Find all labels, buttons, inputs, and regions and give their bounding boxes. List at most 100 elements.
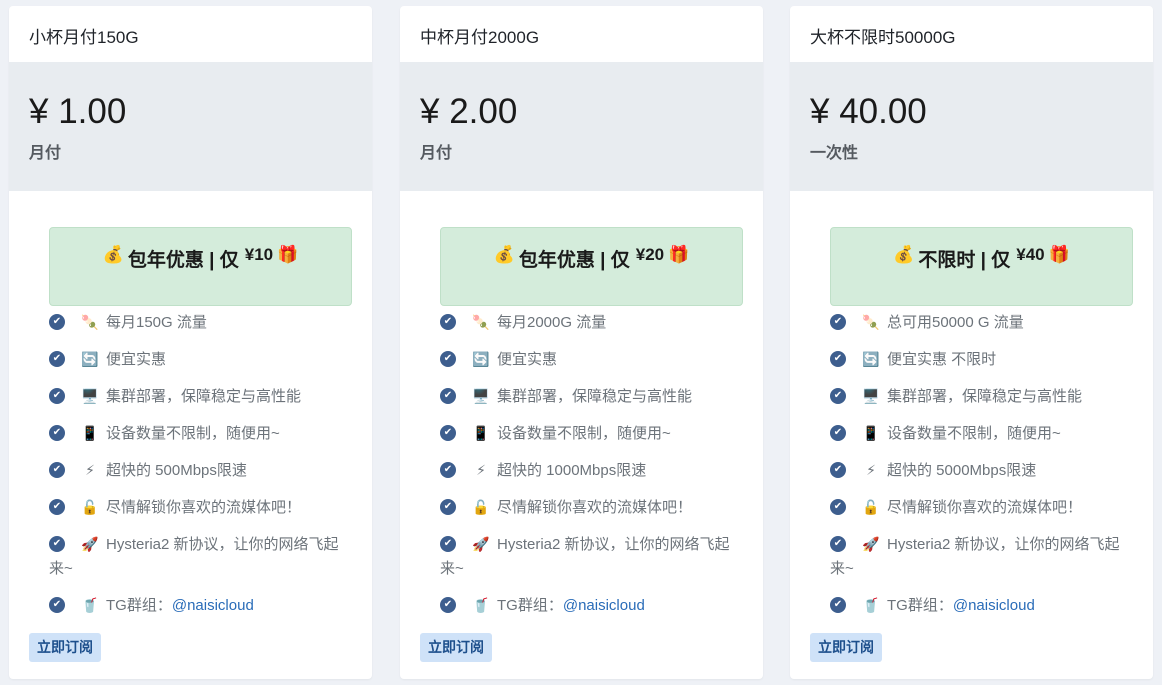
feature-text: 便宜实惠 不限时 [887,351,997,368]
feature-icon: 📱 [81,425,99,441]
feature-item: ✔ 🔓 尽情解锁你喜欢的流媒体吧！ [830,495,1133,520]
subscribe-button[interactable]: 立即订阅 [29,633,101,662]
promo-banner: 💰 不限时 | 仅 ¥40 🎁 [830,227,1133,306]
check-circle-icon: ✔ [49,314,65,330]
promo-amount: ¥20 [635,245,665,264]
feature-text: 设备数量不限制，随便用~ [887,425,1061,442]
check-circle-icon: ✔ [49,351,65,367]
check-circle-icon: ✔ [440,314,456,330]
plan-price: ¥ 2.00 [420,92,518,131]
feature-text: 超快的 5000Mbps限速 [887,462,1037,479]
check-circle-icon: ✔ [49,425,65,441]
feature-item: ✔ 📱 设备数量不限制，随便用~ [830,421,1133,446]
plan-card: 小杯月付150G ¥ 1.00 月付 💰 包年优惠 | 仅 ¥10 🎁 ✔ 🍡 每… [9,6,372,679]
subscribe-button[interactable]: 立即订阅 [810,633,882,662]
tg-label: TG群组： [497,597,563,614]
money-bag-icon: 💰 [493,245,515,264]
feature-item: ✔ 🍡 总可用50000 G 流量 [830,310,1133,335]
feature-icon: 🔄 [472,351,490,367]
check-circle-icon: ✔ [440,388,456,404]
check-circle-icon: ✔ [440,351,456,367]
money-bag-icon: 💰 [102,245,124,264]
feature-icon: 🖥️ [472,388,490,404]
plan-card: 中杯月付2000G ¥ 2.00 月付 💰 包年优惠 | 仅 ¥20 🎁 ✔ 🍡… [400,6,763,679]
cup-icon: 🥤 [81,597,99,613]
feature-item: ✔ 🍡 每月2000G 流量 [440,310,743,335]
feature-icon: 📱 [862,425,880,441]
price-section: ¥ 2.00 月付 [400,62,763,191]
feature-text: 设备数量不限制，随便用~ [106,425,280,442]
check-circle-icon: ✔ [830,425,846,441]
cup-icon: 🥤 [862,597,880,613]
feature-list: ✔ 🍡 每月150G 流量 ✔ 🔄 便宜实惠 ✔ 🖥️ 集群部署，保障稳定与高性能 ✔… [49,310,352,618]
check-circle-icon: ✔ [49,499,65,515]
feature-icon: ⚡ [476,462,486,478]
feature-icon: 🔓 [472,499,490,515]
feature-item: ✔ 🍡 每月150G 流量 [49,310,352,335]
feature-item: ✔ 🖥️ 集群部署，保障稳定与高性能 [440,384,743,409]
feature-icon: 🍡 [81,314,99,330]
plan-name: 小杯月付150G [29,28,139,47]
subscribe-button[interactable]: 立即订阅 [420,633,492,662]
feature-item: ✔ ⚡ 超快的 500Mbps限速 [49,458,352,483]
check-circle-icon: ✔ [440,597,456,613]
feature-item: ✔ 🔓 尽情解锁你喜欢的流媒体吧！ [49,495,352,520]
promo-amount: ¥10 [244,245,274,264]
plan-period: 月付 [29,145,62,162]
promo-text: 包年优惠 | 仅 [518,250,630,271]
feature-icon: ⚡ [85,462,95,478]
feature-item: ✔ 🖥️ 集群部署，保障稳定与高性能 [49,384,352,409]
promo-banner: 💰 包年优惠 | 仅 ¥10 🎁 [49,227,352,306]
check-circle-icon: ✔ [440,499,456,515]
tg-group-link[interactable]: @naisicloud [953,597,1035,614]
feature-item: ✔ 🔓 尽情解锁你喜欢的流媒体吧！ [440,495,743,520]
feature-item: ✔ 🚀 Hysteria2 新协议，让你的网络飞起来~ [830,532,1133,581]
plan-period: 一次性 [810,145,859,162]
feature-text: 每月150G 流量 [106,314,207,331]
feature-icon: 🔓 [862,499,880,515]
feature-item: ✔ 📱 设备数量不限制，随便用~ [49,421,352,446]
feature-text: 每月2000G 流量 [497,314,607,331]
plan-name: 大杯不限时50000G [810,28,956,47]
feature-text: 集群部署，保障稳定与高性能 [887,388,1083,405]
check-circle-icon: ✔ [830,597,846,613]
feature-item: ✔ 🚀 Hysteria2 新协议，让你的网络飞起来~ [440,532,743,581]
feature-icon: 🖥️ [862,388,880,404]
cup-icon: 🥤 [472,597,490,613]
feature-item: ✔ 🖥️ 集群部署，保障稳定与高性能 [830,384,1133,409]
feature-text: 尽情解锁你喜欢的流媒体吧！ [497,499,693,516]
check-circle-icon: ✔ [49,462,65,478]
check-circle-icon: ✔ [49,536,65,552]
promo-banner: 💰 包年优惠 | 仅 ¥20 🎁 [440,227,743,306]
feature-text: 超快的 1000Mbps限速 [497,462,647,479]
feature-icon: 🔓 [81,499,99,515]
feature-icon: 🚀 [81,536,99,552]
feature-item-tg: ✔ 🥤 TG群组：@naisicloud [440,593,743,618]
feature-list: ✔ 🍡 每月2000G 流量 ✔ 🔄 便宜实惠 ✔ 🖥️ 集群部署，保障稳定与高性能 … [440,310,743,618]
tg-group-link[interactable]: @naisicloud [172,597,254,614]
gift-icon: 🎁 [277,245,299,264]
feature-item-tg: ✔ 🥤 TG群组：@naisicloud [830,593,1133,618]
tg-group-link[interactable]: @naisicloud [563,597,645,614]
feature-list: ✔ 🍡 总可用50000 G 流量 ✔ 🔄 便宜实惠 不限时 ✔ 🖥️ 集群部署，保障… [830,310,1133,618]
feature-item: ✔ 🔄 便宜实惠 不限时 [830,347,1133,372]
check-circle-icon: ✔ [830,462,846,478]
check-circle-icon: ✔ [49,597,65,613]
tg-label: TG群组： [106,597,172,614]
feature-item: ✔ 📱 设备数量不限制，随便用~ [440,421,743,446]
money-bag-icon: 💰 [893,245,915,264]
feature-text: 总可用50000 G 流量 [887,314,1024,331]
gift-icon: 🎁 [1048,245,1070,264]
check-circle-icon: ✔ [440,425,456,441]
tg-label: TG群组： [887,597,953,614]
plan-period: 月付 [420,145,453,162]
feature-icon: 🖥️ [81,388,99,404]
feature-item: ✔ 🔄 便宜实惠 [440,347,743,372]
feature-icon: ⚡ [866,462,876,478]
check-circle-icon: ✔ [49,388,65,404]
check-circle-icon: ✔ [830,388,846,404]
feature-text: 集群部署，保障稳定与高性能 [497,388,693,405]
check-circle-icon: ✔ [830,351,846,367]
feature-item: ✔ 🚀 Hysteria2 新协议，让你的网络飞起来~ [49,532,352,581]
check-circle-icon: ✔ [830,314,846,330]
